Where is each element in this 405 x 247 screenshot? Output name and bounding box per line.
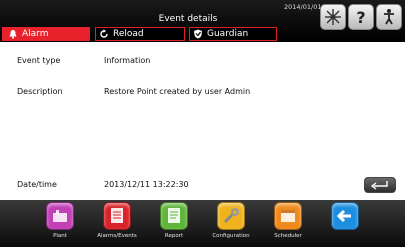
nav-configuration[interactable]: Configuration [199,200,263,247]
report-icon [160,202,188,230]
nav-configuration-label: Configuration [212,233,250,239]
datetime-value: 2013/12/11 13:22:30 [104,180,189,189]
reload-icon [100,29,108,38]
back-arrow-icon [331,202,359,230]
header-bar: Event details 2014/01/01 12:00 ? Alarm R… [0,0,405,42]
tab-guardian[interactable]: Guardian [189,27,277,41]
description-label: Description [17,87,63,96]
tab-alarm[interactable]: Alarm [2,27,90,41]
nav-plant-label: Plant [53,233,67,239]
accessibility-button[interactable] [376,4,402,30]
scheduler-icon [274,202,302,230]
configuration-icon [217,202,245,230]
nav-alarms-events-label: Alarms/Events [97,233,137,239]
event-type-label: Event type [17,56,61,65]
nav-back[interactable] [313,200,377,247]
alarms-events-icon [103,202,131,230]
bell-icon [9,30,17,39]
event-type-value: Information [104,56,151,65]
svg-text:?: ? [356,8,365,26]
nav-report[interactable]: Report [142,200,206,247]
page-title: Event details [158,14,218,24]
network-button[interactable] [320,4,346,30]
bottom-nav-bar: Plant Alarms/Events Report Configuration… [0,200,405,247]
return-arrow-icon [370,181,388,190]
description-value: Restore Point created by user Admin [104,87,251,96]
nav-alarms-events[interactable]: Alarms/Events [85,200,149,247]
tab-alarm-label: Alarm [22,29,49,39]
help-button[interactable]: ? [348,4,374,30]
return-button[interactable] [364,177,396,193]
help-icon: ? [356,8,365,26]
nav-scheduler[interactable]: Scheduler [256,200,320,247]
network-icon [325,9,341,25]
nav-scheduler-label: Scheduler [274,233,302,239]
shield-icon [194,29,202,39]
tab-reload[interactable]: Reload [95,27,185,41]
datetime-label: Date/time [17,180,57,189]
plant-icon [46,202,74,230]
accessibility-icon [384,9,394,25]
tab-guardian-label: Guardian [207,29,249,39]
tab-reload-label: Reload [113,29,144,39]
nav-plant[interactable]: Plant [28,200,92,247]
nav-report-label: Report [164,233,184,239]
